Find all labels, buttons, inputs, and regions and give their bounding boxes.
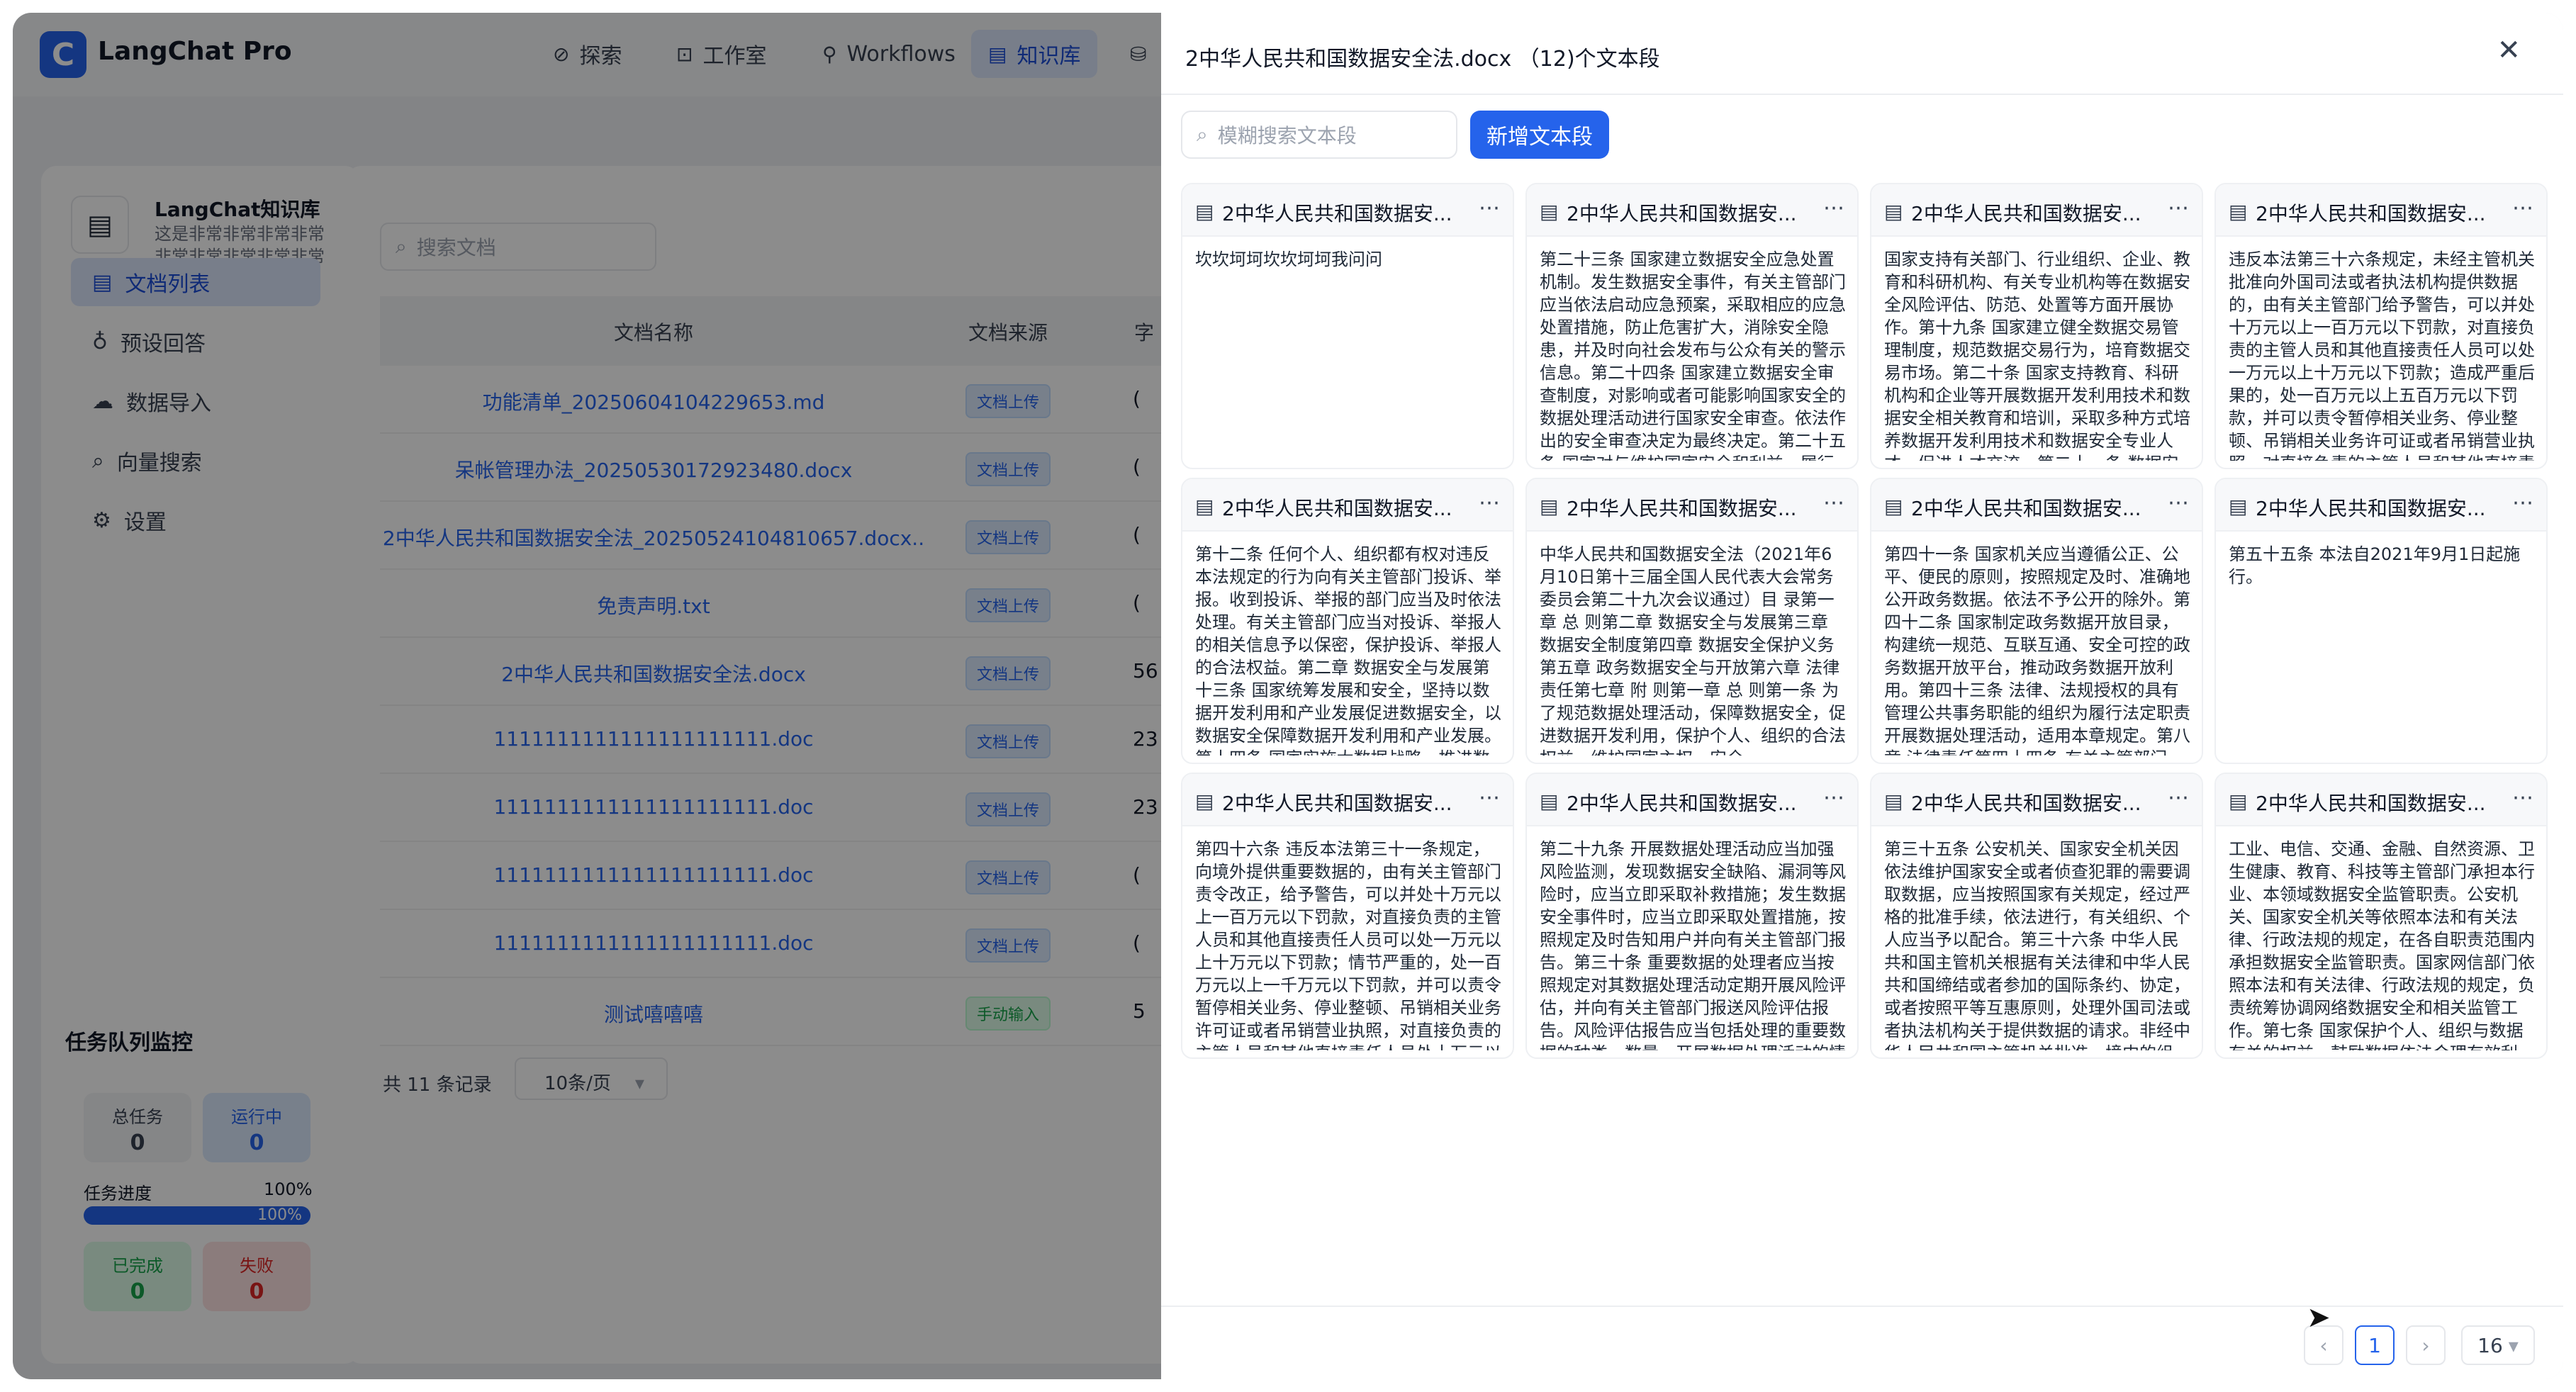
more-icon[interactable]: ⋯ xyxy=(1479,490,1500,515)
current-page-button[interactable]: 1 xyxy=(2355,1325,2395,1365)
card-title: 2中华人民共和国数据安... xyxy=(2256,497,2486,520)
segment-card[interactable]: ▤ 2中华人民共和国数据安... ⋯ 中华人民共和国数据安全法（2021年6月10日第… xyxy=(1525,478,1859,764)
next-page-button[interactable]: › xyxy=(2406,1325,2446,1365)
segment-card[interactable]: ▤ 2中华人民共和国数据安... ⋯ 第五十五条 本法自2021年9月1日起施行。 xyxy=(2214,478,2548,764)
more-icon[interactable]: ⋯ xyxy=(2512,196,2533,220)
more-icon[interactable]: ⋯ xyxy=(1479,196,1500,220)
card-header: ▤ 2中华人民共和国数据安... ⋯ xyxy=(1527,479,1857,532)
segment-card[interactable]: ▤ 2中华人民共和国数据安... ⋯ 第二十九条 开展数据处理活动应当加强风险监测，发… xyxy=(1525,773,1859,1059)
card-text: 中华人民共和国数据安全法（2021年6月10日第十三届全国人民代表大会常务委员会… xyxy=(1540,544,1846,756)
card-title: 2中华人民共和国数据安... xyxy=(1911,792,2141,815)
segment-card[interactable]: ▤ 2中华人民共和国数据安... ⋯ 第四十六条 违反本法第三十一条规定，向境外提供重… xyxy=(1181,773,1514,1059)
segment-card[interactable]: ▤ 2中华人民共和国数据安... ⋯ 国家支持有关部门、行业组织、企业、教育和科研机构… xyxy=(1870,183,2203,469)
card-text: 第四十一条 国家机关应当遵循公正、公平、便民的原则，按照规定及时、准确地公开政务… xyxy=(1884,544,2190,756)
document-icon: ▤ xyxy=(1195,495,1214,518)
card-text: 第二十九条 开展数据处理活动应当加强风险监测，发现数据安全缺陷、漏洞等风险时，应… xyxy=(1540,839,1846,1050)
card-header: ▤ 2中华人民共和国数据安... ⋯ xyxy=(1527,774,1857,826)
segment-page-size-select[interactable]: 16 ▾ xyxy=(2461,1325,2535,1365)
close-icon[interactable]: ✕ xyxy=(2497,34,2521,67)
card-text: 第十二条 任何个人、组织都有权对违反本法规定的行为向有关主管部门投诉、举报。收到… xyxy=(1195,544,1501,756)
modal-mask[interactable] xyxy=(13,13,1161,1379)
segment-page-size-value: 16 xyxy=(2477,1333,2503,1357)
document-icon: ▤ xyxy=(1884,200,1903,223)
card-title: 2中华人民共和国数据安... xyxy=(1911,497,2141,520)
segment-search-input[interactable]: ⌕ 模糊搜索文本段 xyxy=(1181,111,1457,159)
more-icon[interactable]: ⋯ xyxy=(1823,785,1844,810)
more-icon[interactable]: ⋯ xyxy=(1479,785,1500,810)
drawer-title: 2中华人民共和国数据安全法.docx （12)个文本段 xyxy=(1185,47,1660,72)
card-text: 坎坎坷坷坎坎坷坷我问问 xyxy=(1195,249,1382,269)
card-header: ▤ 2中华人民共和国数据安... ⋯ xyxy=(1871,479,2202,532)
card-title: 2中华人民共和国数据安... xyxy=(1222,202,1452,225)
app-window: C LangChat Pro ⊘ 探索 ⊡ 工作室 ⚲ Workflows ▤ 知识库 … xyxy=(13,13,2563,1379)
segments-drawer: 2中华人民共和国数据安全法.docx （12)个文本段 ✕ ⌕ 模糊搜索文本段 新… xyxy=(1161,13,2563,1379)
document-icon: ▤ xyxy=(1540,200,1559,223)
segment-search-placeholder: 模糊搜索文本段 xyxy=(1217,124,1357,147)
card-text: 第四十六条 违反本法第三十一条规定，向境外提供重要数据的，由有关主管部门责令改正… xyxy=(1195,839,1501,1050)
document-icon: ▤ xyxy=(1195,790,1214,813)
segment-card[interactable]: ▤ 2中华人民共和国数据安... ⋯ 第四十一条 国家机关应当遵循公正、公平、便民的原… xyxy=(1870,478,2203,764)
card-text: 违反本法第三十六条规定，未经主管机关批准向外国司法或者执法机构提供数据的，由有关… xyxy=(2229,249,2535,461)
card-header: ▤ 2中华人民共和国数据安... ⋯ xyxy=(1182,479,1513,532)
search-icon: ⌕ xyxy=(1197,123,1208,146)
divider xyxy=(1161,1306,2563,1307)
mouse-cursor-icon: ➤ xyxy=(2307,1301,2331,1334)
document-icon: ▤ xyxy=(2229,200,2248,223)
segment-card[interactable]: ▤ 2中华人民共和国数据安... ⋯ 第三十五条 公安机关、国家安全机关因依法维护国家… xyxy=(1870,773,2203,1059)
card-text: 国家支持有关部门、行业组织、企业、教育和科研机构、有关专业机构等在数据安全风险评… xyxy=(1884,249,2190,461)
document-icon: ▤ xyxy=(1540,790,1559,813)
segment-card[interactable]: ▤ 2中华人民共和国数据安... ⋯ 坎坎坷坷坎坎坷坷我问问 xyxy=(1181,183,1514,469)
more-icon[interactable]: ⋯ xyxy=(1823,490,1844,515)
card-header: ▤ 2中华人民共和国数据安... ⋯ xyxy=(1527,184,1857,237)
card-text: 第五十五条 本法自2021年9月1日起施行。 xyxy=(2229,544,2521,587)
chevron-down-icon: ▾ xyxy=(2508,1333,2519,1357)
card-text: 第三十五条 公安机关、国家安全机关因依法维护国家安全或者侦查犯罪的需要调取数据，… xyxy=(1884,839,2190,1050)
card-header: ▤ 2中华人民共和国数据安... ⋯ xyxy=(2216,184,2546,237)
more-icon[interactable]: ⋯ xyxy=(1823,196,1844,220)
document-icon: ▤ xyxy=(2229,495,2248,518)
document-icon: ▤ xyxy=(2229,790,2248,813)
document-icon: ▤ xyxy=(1195,200,1214,223)
segment-card[interactable]: ▤ 2中华人民共和国数据安... ⋯ 违反本法第三十六条规定，未经主管机关批准向外国司… xyxy=(2214,183,2548,469)
segment-card[interactable]: ▤ 2中华人民共和国数据安... ⋯ 工业、电信、交通、金融、自然资源、卫生健康、教育… xyxy=(2214,773,2548,1059)
card-title: 2中华人民共和国数据安... xyxy=(2256,792,2486,815)
document-icon: ▤ xyxy=(1884,790,1903,813)
document-icon: ▤ xyxy=(1540,495,1559,518)
card-title: 2中华人民共和国数据安... xyxy=(1567,792,1797,815)
more-icon[interactable]: ⋯ xyxy=(2168,490,2189,515)
card-header: ▤ 2中华人民共和国数据安... ⋯ xyxy=(2216,479,2546,532)
divider xyxy=(1161,94,2563,95)
card-title: 2中华人民共和国数据安... xyxy=(1567,497,1797,520)
card-header: ▤ 2中华人民共和国数据安... ⋯ xyxy=(1871,184,2202,237)
card-title: 2中华人民共和国数据安... xyxy=(1567,202,1797,225)
more-icon[interactable]: ⋯ xyxy=(2168,196,2189,220)
card-header: ▤ 2中华人民共和国数据安... ⋯ xyxy=(1182,774,1513,826)
card-header: ▤ 2中华人民共和国数据安... ⋯ xyxy=(1182,184,1513,237)
card-title: 2中华人民共和国数据安... xyxy=(1911,202,2141,225)
more-icon[interactable]: ⋯ xyxy=(2512,785,2533,810)
card-header: ▤ 2中华人民共和国数据安... ⋯ xyxy=(2216,774,2546,826)
more-icon[interactable]: ⋯ xyxy=(2168,785,2189,810)
card-text: 第二十三条 国家建立数据安全应急处置机制。发生数据安全事件，有关主管部门应当依法… xyxy=(1540,249,1846,461)
card-text: 工业、电信、交通、金融、自然资源、卫生健康、教育、科技等主管部门承担本行业、本领… xyxy=(2229,839,2535,1050)
card-title: 2中华人民共和国数据安... xyxy=(2256,202,2486,225)
more-icon[interactable]: ⋯ xyxy=(2512,490,2533,515)
segment-card[interactable]: ▤ 2中华人民共和国数据安... ⋯ 第十二条 任何个人、组织都有权对违反本法规定的行… xyxy=(1181,478,1514,764)
card-title: 2中华人民共和国数据安... xyxy=(1222,792,1452,815)
card-header: ▤ 2中华人民共和国数据安... ⋯ xyxy=(1871,774,2202,826)
document-icon: ▤ xyxy=(1884,495,1903,518)
segment-card[interactable]: ▤ 2中华人民共和国数据安... ⋯ 第二十三条 国家建立数据安全应急处置机制。发生数… xyxy=(1525,183,1859,469)
add-segment-button[interactable]: 新增文本段 xyxy=(1470,111,1609,159)
card-title: 2中华人民共和国数据安... xyxy=(1222,497,1452,520)
